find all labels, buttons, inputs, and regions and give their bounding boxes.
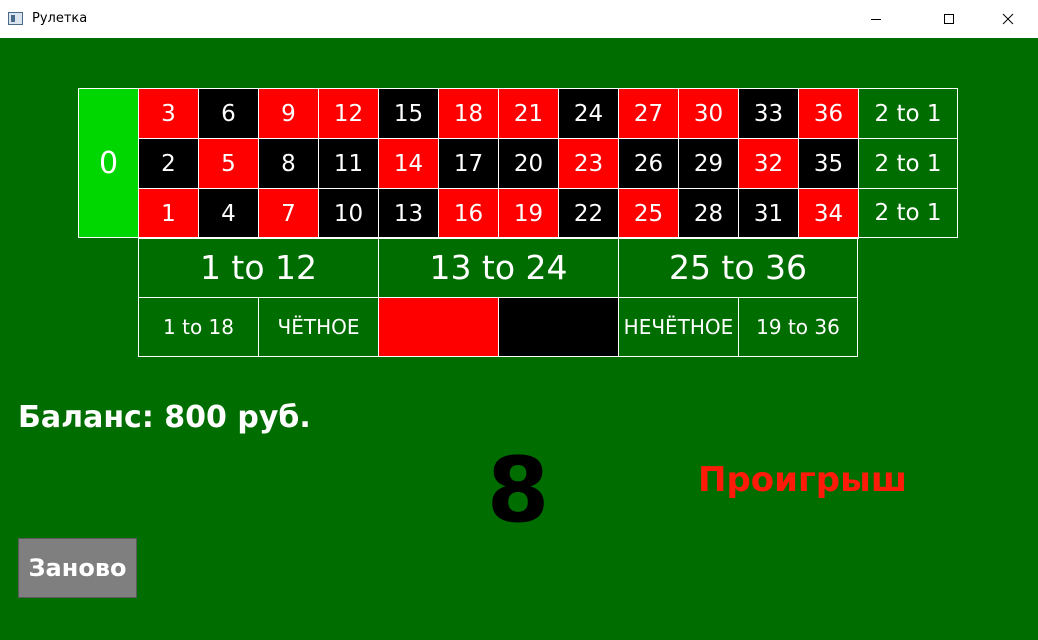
number-cell[interactable]: 35 bbox=[798, 138, 859, 189]
column-bet-top[interactable]: 2 to 1 bbox=[858, 88, 958, 139]
app-icon bbox=[8, 12, 23, 25]
number-cell[interactable]: 25 bbox=[618, 188, 679, 239]
number-cell[interactable]: 4 bbox=[198, 188, 259, 239]
even-bet[interactable]: ЧЁТНОЕ bbox=[258, 297, 379, 357]
number-cell[interactable]: 23 bbox=[558, 138, 619, 189]
close-button[interactable] bbox=[985, 0, 1031, 38]
number-cell[interactable]: 30 bbox=[678, 88, 739, 139]
number-cell[interactable]: 3 bbox=[138, 88, 199, 139]
number-cell[interactable]: 13 bbox=[378, 188, 439, 239]
dozen-third[interactable]: 25 to 36 bbox=[618, 237, 858, 298]
number-cell[interactable]: 2 bbox=[138, 138, 199, 189]
number-cell[interactable]: 22 bbox=[558, 188, 619, 239]
zero-cell[interactable]: 0 bbox=[78, 88, 139, 238]
number-cell[interactable]: 18 bbox=[438, 88, 499, 139]
close-icon bbox=[1002, 13, 1014, 25]
number-cell[interactable]: 28 bbox=[678, 188, 739, 239]
number-cell[interactable]: 34 bbox=[798, 188, 859, 239]
maximize-button[interactable] bbox=[926, 0, 972, 38]
number-cell[interactable]: 20 bbox=[498, 138, 559, 189]
number-cell[interactable]: 14 bbox=[378, 138, 439, 189]
number-cell[interactable]: 5 bbox=[198, 138, 259, 189]
number-cell[interactable]: 27 bbox=[618, 88, 679, 139]
number-cell[interactable]: 9 bbox=[258, 88, 319, 139]
dozen-second[interactable]: 13 to 24 bbox=[378, 237, 619, 298]
column-bet-middle[interactable]: 2 to 1 bbox=[858, 138, 958, 189]
black-bet[interactable] bbox=[498, 297, 619, 357]
number-cell[interactable]: 12 bbox=[318, 88, 379, 139]
number-cell[interactable]: 15 bbox=[378, 88, 439, 139]
column-bet-bottom[interactable]: 2 to 1 bbox=[858, 188, 958, 238]
low-bet[interactable]: 1 to 18 bbox=[138, 297, 259, 357]
number-cell[interactable]: 19 bbox=[498, 188, 559, 239]
minimize-icon bbox=[871, 19, 881, 20]
number-cell[interactable]: 11 bbox=[318, 138, 379, 189]
balance-label: Баланс: 800 руб. bbox=[18, 400, 311, 435]
number-cell[interactable]: 16 bbox=[438, 188, 499, 239]
number-cell[interactable]: 32 bbox=[738, 138, 799, 189]
number-cell[interactable]: 7 bbox=[258, 188, 319, 239]
number-cell[interactable]: 6 bbox=[198, 88, 259, 139]
result-number: 8 bbox=[486, 438, 550, 543]
restart-button[interactable]: Заново bbox=[18, 538, 137, 598]
title-bar: Рулетка bbox=[0, 0, 1038, 38]
number-cell[interactable]: 8 bbox=[258, 138, 319, 189]
high-bet[interactable]: 19 to 36 bbox=[738, 297, 858, 357]
maximize-icon bbox=[944, 14, 954, 24]
number-cell[interactable]: 17 bbox=[438, 138, 499, 189]
odd-bet[interactable]: НЕЧЁТНОЕ bbox=[618, 297, 739, 357]
red-bet[interactable] bbox=[378, 297, 499, 357]
number-cell[interactable]: 33 bbox=[738, 88, 799, 139]
window-title: Рулетка bbox=[32, 11, 88, 26]
number-cell[interactable]: 1 bbox=[138, 188, 199, 239]
number-cell[interactable]: 21 bbox=[498, 88, 559, 139]
number-cell[interactable]: 26 bbox=[618, 138, 679, 189]
result-message: Проигрыш bbox=[698, 460, 907, 500]
minimize-button[interactable] bbox=[853, 0, 899, 38]
number-cell[interactable]: 24 bbox=[558, 88, 619, 139]
roulette-table: 0 3 6 9 12 15 18 21 24 27 30 33 36 2 5 8 11 14 17 20 23 26 29… bbox=[0, 38, 1038, 640]
number-cell[interactable]: 10 bbox=[318, 188, 379, 239]
number-cell[interactable]: 36 bbox=[798, 88, 859, 139]
number-cell[interactable]: 29 bbox=[678, 138, 739, 189]
dozen-first[interactable]: 1 to 12 bbox=[138, 237, 379, 298]
number-cell[interactable]: 31 bbox=[738, 188, 799, 239]
